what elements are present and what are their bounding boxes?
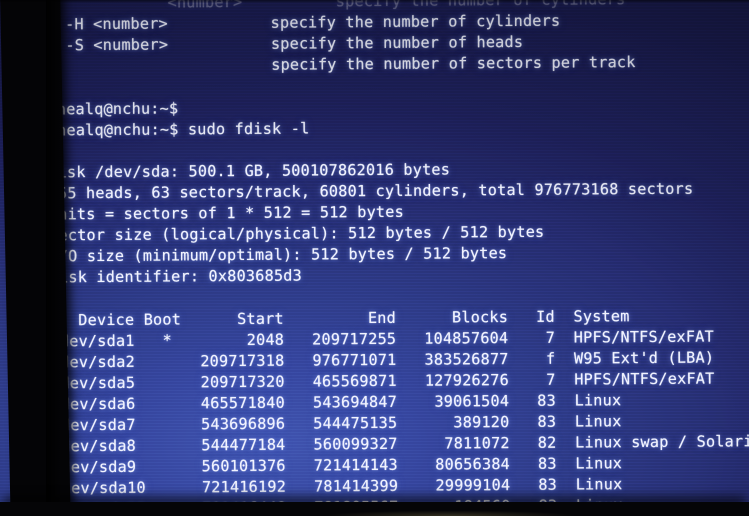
screenshot-root: <number> specify the number of cylinders…	[0, 0, 749, 516]
terminal-output[interactable]: <number> specify the number of cylinders…	[0, 0, 749, 516]
monitor-bezel-left	[0, 0, 71, 516]
terminal-line: knealq@nchu:~$	[47, 98, 179, 118]
terminal-line: knealq@nchu:~$ sudo fdisk -l	[47, 119, 310, 139]
terminal-line: /dev/sda8 544477184 560099327 7811072 82…	[51, 432, 749, 456]
terminal-line: Disk /dev/sda: 500.1 GB, 500107862016 by…	[48, 160, 451, 182]
terminal-line: I/O size (minimum/optimal): 512 bytes / …	[49, 244, 508, 266]
terminal-line: 255 heads, 63 sectors/track, 60801 cylin…	[48, 179, 694, 203]
terminal-line: Units = sectors of 1 * 512 = 512 bytes	[48, 202, 404, 224]
terminal-line: Disk identifier: 0x803685d3	[49, 266, 303, 287]
terminal-line: specify the number of sectors per track	[46, 53, 636, 76]
monitor-bezel-bottom	[0, 502, 749, 516]
